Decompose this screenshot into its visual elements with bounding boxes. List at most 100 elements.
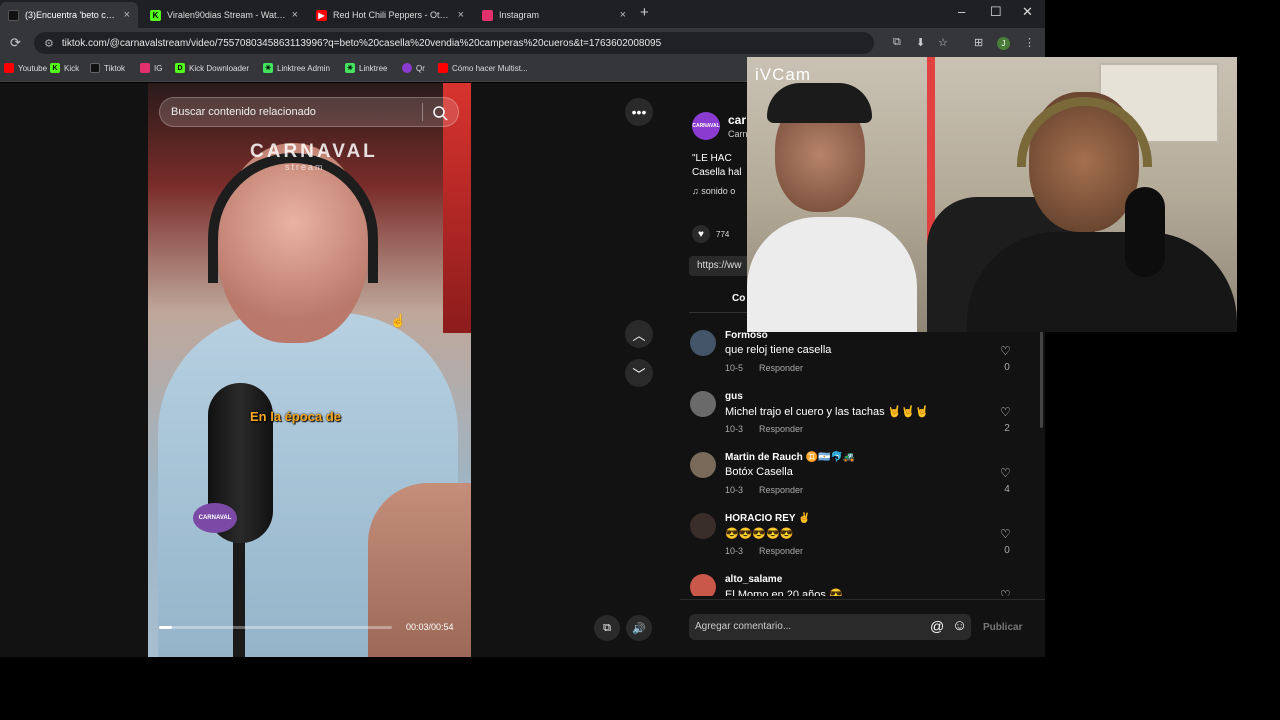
site-info-icon[interactable]: ⚙ xyxy=(44,37,54,50)
sound-link[interactable]: ♫ sonido o xyxy=(692,186,735,196)
avatar[interactable] xyxy=(690,330,716,356)
reply-button[interactable]: Responder xyxy=(759,363,803,373)
address-bar[interactable]: ⚙ tiktok.com/@carnavalstream/video/75570… xyxy=(34,32,874,54)
streamer-2-microphone xyxy=(1125,187,1165,277)
comment-date: 10-3 xyxy=(725,485,744,495)
author-handle: Carn xyxy=(728,129,748,139)
kick-favicon-icon: K xyxy=(150,9,161,21)
bookmark-linktree-admin[interactable]: ✳ Linktree Admin xyxy=(263,63,330,73)
bookmark-kick[interactable]: K Kick xyxy=(50,63,79,73)
tab-comments[interactable]: Co xyxy=(732,293,745,304)
tab-viralen[interactable]: K Viralen90dias Stream - Watch L × xyxy=(142,2,306,28)
tab-instagram[interactable]: Instagram × xyxy=(474,2,634,28)
tab-strip: (3)Encuentra 'beto casella vend × K Vira… xyxy=(0,0,1045,28)
tab-title: Red Hot Chili Peppers - Others xyxy=(333,10,452,20)
emoji-icon[interactable]: ☺ xyxy=(952,617,967,634)
video-progress-bar[interactable] xyxy=(159,626,392,629)
streamer-1-cap xyxy=(767,83,872,123)
heart-outline-icon[interactable]: ♡ xyxy=(1000,588,1011,596)
comment-username[interactable]: HORACIO REY ✌ xyxy=(725,513,811,524)
bookmark-ig[interactable]: IG xyxy=(140,63,162,73)
profile-avatar[interactable]: J xyxy=(997,37,1010,50)
search-divider xyxy=(422,103,423,121)
bookmark-tiktok[interactable]: Tiktok xyxy=(90,63,125,73)
qr-icon xyxy=(402,63,412,73)
comment-bar-divider xyxy=(680,599,1045,600)
linktree-icon: ✳ xyxy=(263,63,273,73)
comment-input[interactable]: Agregar comentario... xyxy=(689,614,971,640)
webcam-app-label: iVCam xyxy=(755,65,812,84)
bookmark-star-icon[interactable]: ☆ xyxy=(938,36,948,49)
comment-text: Michel trajo el cuero y las tachas 🤘🤘🤘 xyxy=(725,406,929,418)
more-options-icon[interactable]: ••• xyxy=(625,98,653,126)
comment-username[interactable]: Martin de Rauch ♊🇦🇷🐬🚜 xyxy=(725,452,855,463)
url-text: tiktok.com/@carnavalstream/video/7557080… xyxy=(61,37,662,49)
mouse-cursor-icon: ☝ xyxy=(390,313,407,328)
minimize-button[interactable]: – xyxy=(958,4,965,19)
comment-item: alto_salame El Momo en 20 años 😎 ♡ xyxy=(688,572,1028,596)
next-video-chevron-down-icon[interactable]: ﹀ xyxy=(625,359,653,387)
reply-button[interactable]: Responder xyxy=(759,485,803,495)
author-name[interactable]: car xyxy=(728,113,746,127)
mention-icon[interactable]: @ xyxy=(930,618,944,634)
screen: (3)Encuentra 'beto casella vend × K Vira… xyxy=(0,0,1280,720)
heart-outline-icon[interactable]: ♡ xyxy=(1000,344,1011,358)
instagram-favicon-icon xyxy=(482,9,493,21)
previous-video-chevron-up-icon[interactable]: ︿ xyxy=(625,320,653,348)
avatar[interactable] xyxy=(690,574,716,596)
instagram-icon xyxy=(140,63,150,73)
download-icon[interactable]: ⬇ xyxy=(916,36,925,49)
bookmark-linktree[interactable]: ✳ Linktree xyxy=(345,63,387,73)
channel-watermark-sub: stream xyxy=(285,162,325,172)
like-group[interactable]: ♥ 774 xyxy=(692,225,729,243)
comment-username[interactable]: alto_salame xyxy=(725,574,782,585)
heart-icon[interactable]: ♥ xyxy=(692,225,710,243)
bookmark-kick-downloader[interactable]: D Kick Downloader xyxy=(175,63,249,73)
webcam-overlay: iVCam xyxy=(747,57,1237,332)
tab-close-icon[interactable]: × xyxy=(124,9,130,21)
sound-label: sonido o xyxy=(701,186,736,196)
related-search-input[interactable]: Buscar contenido relacionado xyxy=(159,97,459,127)
avatar[interactable] xyxy=(690,513,716,539)
tab-youtube[interactable]: ▶ Red Hot Chili Peppers - Others × xyxy=(308,2,472,28)
cast-icon[interactable]: ⧉ xyxy=(893,36,901,49)
bookmark-label: Kick Downloader xyxy=(189,63,250,73)
comment-text: que reloj tiene casella xyxy=(725,344,832,356)
bookmark-qr[interactable]: Qr xyxy=(402,63,425,73)
comment-like-count: 4 xyxy=(1004,484,1010,495)
extensions-icon[interactable]: ⊞ xyxy=(974,36,983,49)
publish-button[interactable]: Publicar xyxy=(983,622,1022,633)
bookmark-multistream[interactable]: Cómo hacer Multist... xyxy=(438,63,528,73)
tab-close-icon[interactable]: × xyxy=(292,9,298,21)
miniplayer-icon[interactable]: ⧉ xyxy=(594,615,620,641)
bookmark-youtube[interactable]: Youtube xyxy=(4,63,47,73)
search-icon[interactable] xyxy=(432,105,448,121)
new-tab-button[interactable]: + xyxy=(640,4,649,21)
headphones-shape xyxy=(208,153,378,283)
reload-icon[interactable]: ⟳ xyxy=(10,35,21,51)
video-progress-fill xyxy=(159,626,173,629)
search-placeholder: Buscar contenido relacionado xyxy=(171,106,316,118)
author-avatar[interactable]: CARNAVAL xyxy=(692,112,720,140)
avatar[interactable] xyxy=(690,391,716,417)
heart-outline-icon[interactable]: ♡ xyxy=(1000,466,1011,480)
maximize-button[interactable]: ☐ xyxy=(990,4,1002,20)
tab-tiktok[interactable]: (3)Encuentra 'beto casella vend × xyxy=(0,2,138,28)
volume-icon[interactable]: 🔊 xyxy=(626,615,652,641)
tab-close-icon[interactable]: × xyxy=(620,9,626,21)
heart-outline-icon[interactable]: ♡ xyxy=(1000,405,1011,419)
comment-username[interactable]: gus xyxy=(725,391,743,402)
avatar[interactable] xyxy=(690,452,716,478)
comment-like-count: 0 xyxy=(1004,362,1010,373)
tab-close-icon[interactable]: × xyxy=(458,9,464,21)
comment-text: Botóx Casella xyxy=(725,466,793,478)
close-window-button[interactable]: ✕ xyxy=(1022,4,1033,20)
reply-button[interactable]: Responder xyxy=(759,424,803,434)
comment-item: Formoso que reloj tiene casella 10-5 Res… xyxy=(688,328,1028,389)
reply-button[interactable]: Responder xyxy=(759,546,803,556)
heart-outline-icon[interactable]: ♡ xyxy=(1000,527,1011,541)
comments-scrollbar[interactable] xyxy=(1040,328,1043,428)
toolbar: ⟳ ⚙ tiktok.com/@carnavalstream/video/755… xyxy=(0,28,1045,58)
menu-kebab-icon[interactable]: ⋮ xyxy=(1024,36,1035,49)
tiktok-icon xyxy=(90,63,100,73)
